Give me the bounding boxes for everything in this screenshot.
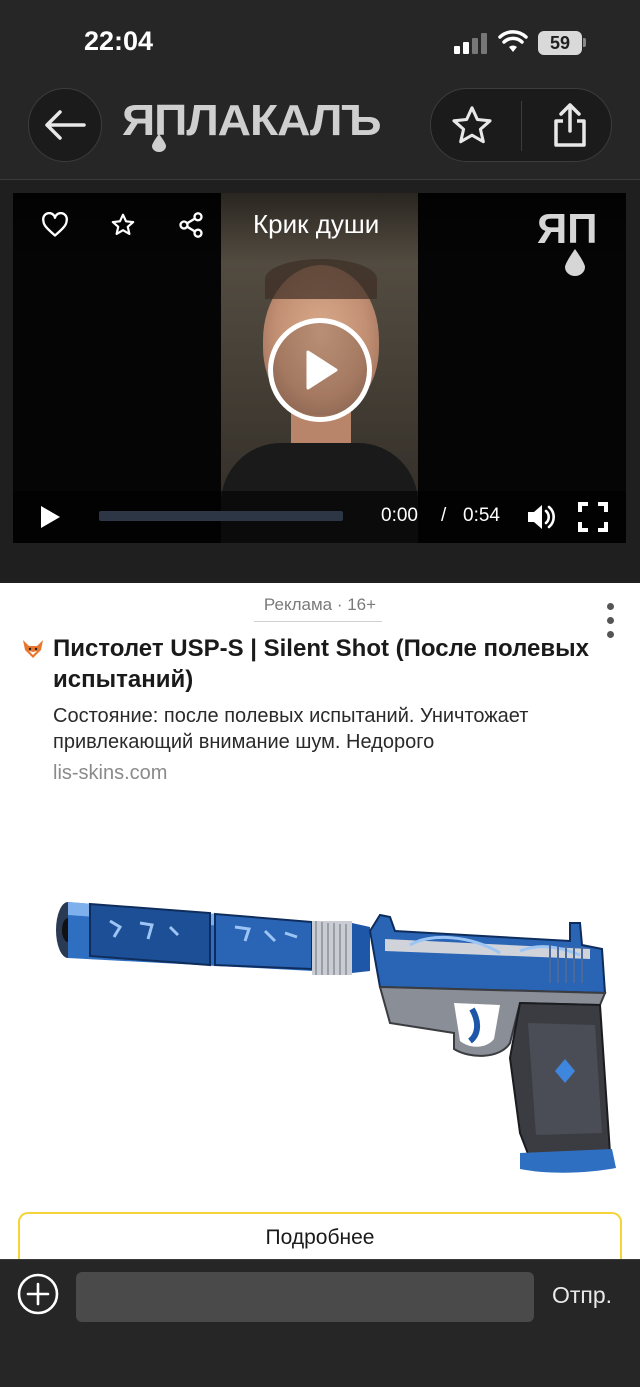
cellular-signal-icon [454, 32, 488, 54]
yp-watermark-logo: ЯП [537, 207, 597, 276]
ad-block[interactable]: Реклама · 16+ Пистолет USP-S | Silent Sh… [0, 583, 640, 1262]
divider [521, 101, 522, 151]
ad-domain[interactable]: lis-skins.com [53, 762, 167, 785]
send-button[interactable]: Отпр. [552, 1282, 612, 1309]
header-actions [430, 88, 612, 162]
wifi-icon [498, 30, 528, 52]
video-share-button[interactable] [175, 209, 207, 241]
site-logo[interactable]: ЯПЛАКАЛЪ [122, 94, 412, 156]
star-icon [452, 106, 492, 144]
drop-icon [152, 134, 166, 152]
ad-product-image[interactable] [50, 883, 620, 1183]
star-icon [111, 213, 135, 235]
message-composer: Отпр. [0, 1259, 640, 1387]
ad-description: Состояние: после полевых испытаний. Унич… [53, 705, 529, 753]
ad-title[interactable]: Пистолет USP-S | Silent Shot (После поле… [53, 633, 613, 695]
back-button[interactable] [28, 88, 102, 162]
ad-label-underline [254, 621, 382, 622]
battery-tip [583, 38, 586, 47]
arrow-left-icon [45, 110, 86, 140]
fox-favicon-icon [23, 640, 43, 658]
video-progress-bar[interactable] [99, 511, 343, 521]
video-favorite-button[interactable] [107, 209, 139, 241]
ad-label: Реклама · 16+ [263, 595, 377, 614]
status-bar: 22:04 59 [0, 0, 640, 80]
play-overlay-button[interactable] [268, 318, 372, 422]
ad-more-button[interactable]: Подробнее [18, 1212, 622, 1262]
share-nodes-icon [179, 212, 203, 238]
svg-text:ЯП: ЯП [537, 207, 597, 252]
play-icon [306, 350, 338, 390]
fullscreen-icon[interactable] [577, 501, 609, 533]
like-button[interactable] [39, 209, 71, 241]
share-icon [554, 103, 586, 147]
video-title: Крик души [253, 209, 380, 239]
current-time: 0:00 [381, 505, 418, 526]
app-header: ЯПЛАКАЛЪ [0, 80, 640, 180]
message-input[interactable] [76, 1272, 534, 1322]
status-time: 22:04 [84, 26, 154, 56]
plus-circle-icon[interactable] [16, 1272, 60, 1316]
video-controls: 0:00 / 0:54 [13, 491, 626, 543]
favorite-button[interactable] [447, 101, 497, 151]
video-section: Крик души ЯП 0:00 / 0:54 [0, 181, 640, 583]
play-button[interactable] [37, 503, 63, 531]
share-button[interactable] [545, 99, 595, 151]
heart-icon [42, 212, 68, 237]
video-person-hair [265, 259, 377, 299]
battery-icon: 59 [538, 31, 582, 55]
time-separator: / [441, 505, 447, 526]
volume-icon[interactable] [525, 501, 557, 533]
video-player[interactable]: Крик души ЯП 0:00 / 0:54 [13, 193, 626, 543]
duration: 0:54 [463, 505, 500, 526]
